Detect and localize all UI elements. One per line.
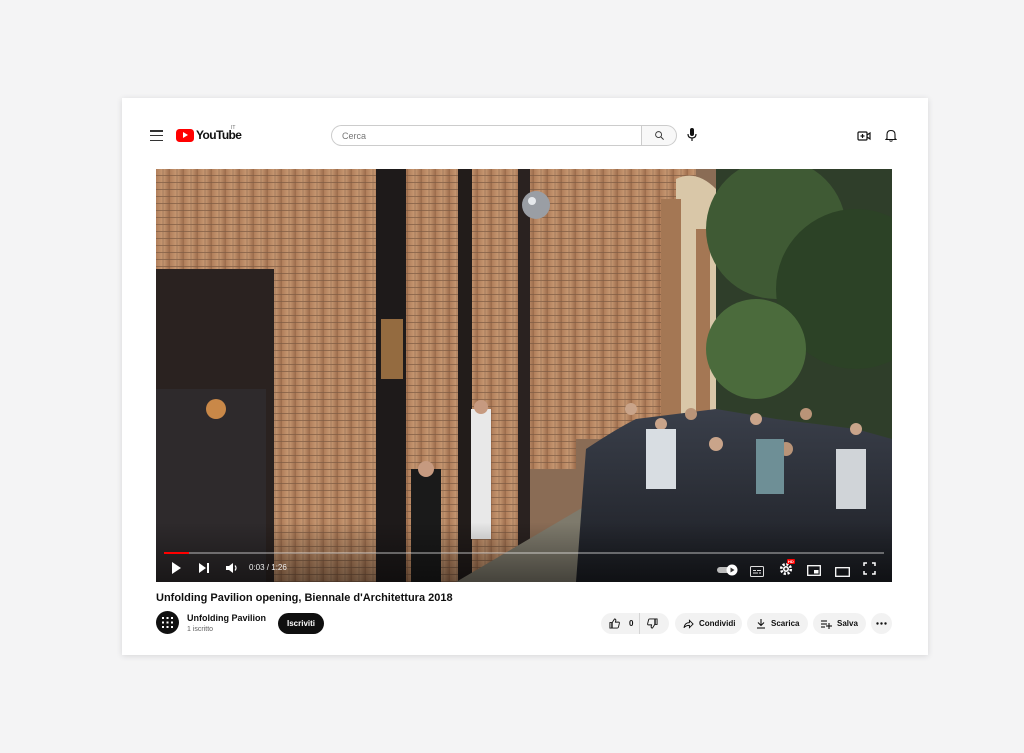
more-icon xyxy=(876,622,887,625)
save-label: Salva xyxy=(837,619,858,628)
video-frame xyxy=(156,169,892,582)
notifications-button[interactable] xyxy=(884,129,898,147)
autoplay-toggle[interactable] xyxy=(716,563,740,581)
play-icon xyxy=(172,562,181,574)
like-button[interactable]: 0 xyxy=(601,613,641,634)
miniplayer-button[interactable] xyxy=(807,563,821,581)
share-label: Condividi xyxy=(699,619,736,628)
menu-icon[interactable] xyxy=(150,130,163,142)
voice-search-button[interactable] xyxy=(687,128,697,147)
thumbs-up-icon xyxy=(609,618,620,629)
bell-icon xyxy=(884,129,898,142)
dislike-button[interactable] xyxy=(640,618,663,629)
create-video-icon xyxy=(857,131,871,141)
fullscreen-button[interactable] xyxy=(863,562,876,580)
like-dislike-group: 0 xyxy=(601,613,669,634)
settings-icon xyxy=(779,562,793,576)
search-button[interactable] xyxy=(641,125,677,146)
youtube-logo[interactable]: YouTube IT xyxy=(176,125,242,142)
play-button[interactable] xyxy=(170,561,182,580)
channel-name[interactable]: Unfolding Pavilion xyxy=(187,613,266,623)
download-button[interactable]: Scarica xyxy=(747,613,808,634)
share-button[interactable]: Condividi xyxy=(675,613,742,634)
time-display: 0:03 / 1:26 xyxy=(249,563,287,572)
search-bar xyxy=(331,125,677,146)
time-total: 1:26 xyxy=(271,563,287,572)
share-icon xyxy=(683,618,694,629)
subscriber-count: 1 iscritto xyxy=(187,626,214,633)
search-input[interactable] xyxy=(331,125,641,146)
time-current: 0:03 xyxy=(249,563,265,572)
volume-button[interactable] xyxy=(225,561,239,580)
youtube-window: YouTube IT Cerca 0:03 / 1:26 HD Unfoldin… xyxy=(122,98,928,655)
volume-icon xyxy=(226,563,237,573)
fullscreen-icon xyxy=(863,562,876,575)
like-count: 0 xyxy=(629,619,634,628)
hd-badge: HD xyxy=(787,559,795,564)
video-player[interactable]: 0:03 / 1:26 HD xyxy=(156,169,892,582)
mic-icon xyxy=(687,128,697,141)
download-label: Scarica xyxy=(771,619,800,628)
create-button[interactable] xyxy=(857,129,871,147)
thumbs-down-icon xyxy=(647,618,658,629)
search-icon xyxy=(654,131,664,140)
subscribe-button[interactable]: Iscriviti xyxy=(278,613,324,634)
subtitles-icon xyxy=(750,566,764,577)
theater-icon xyxy=(835,567,850,577)
youtube-logo-icon xyxy=(176,128,194,142)
miniplayer-icon xyxy=(807,565,821,576)
theater-mode-button[interactable] xyxy=(835,564,850,582)
save-playlist-icon xyxy=(821,619,832,629)
progress-bar[interactable] xyxy=(164,552,884,554)
channel-avatar[interactable] xyxy=(156,611,179,634)
progress-fill xyxy=(164,552,190,554)
region-code: IT xyxy=(231,125,236,131)
settings-button[interactable]: HD xyxy=(779,559,795,581)
more-actions-button[interactable] xyxy=(871,613,892,634)
next-icon xyxy=(199,563,209,573)
download-icon xyxy=(757,619,765,629)
video-title: Unfolding Pavilion opening, Biennale d'A… xyxy=(156,592,453,604)
next-button[interactable] xyxy=(198,561,210,580)
subtitles-button[interactable] xyxy=(750,564,764,582)
save-button[interactable]: Salva xyxy=(813,613,866,634)
